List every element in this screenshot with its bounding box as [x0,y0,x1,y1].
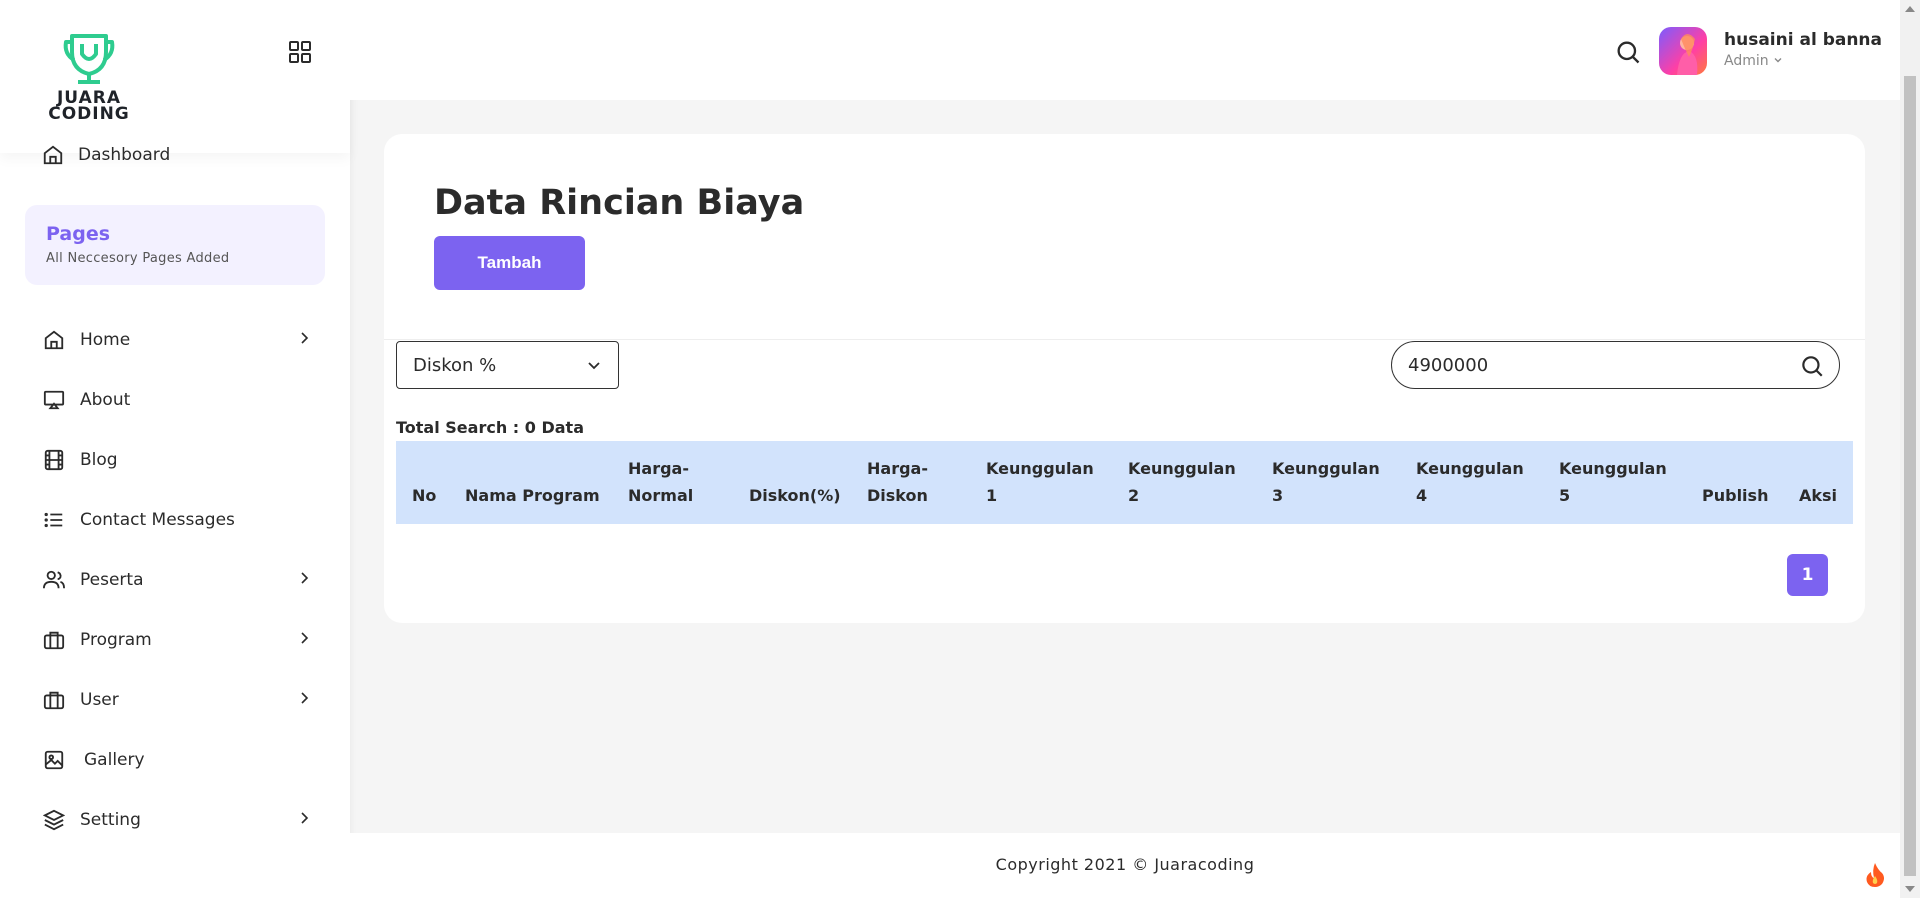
user-role: Admin [1724,53,1769,69]
flame-icon[interactable] [1855,855,1895,895]
column-header-publish: Publish [1702,486,1769,505]
filter-select-value: Diskon % [413,354,497,376]
chevron-right-icon [301,572,309,584]
search-icon[interactable] [1799,353,1825,379]
sidebar-item-label: Contact Messages [80,510,235,530]
sidebar-item-about[interactable]: About [42,370,312,430]
sidebar-item-label: Dashboard [78,145,171,165]
sidebar-item-label: Blog [80,450,118,470]
column-header-harga-normal: Harga- Normal [628,459,694,505]
pages-title: Pages [46,223,111,245]
sidebar-item-setting[interactable]: Setting [42,790,312,850]
sidebar-item-gallery[interactable]: Gallery [42,730,312,790]
column-header-keunggulan-2: Keunggulan 2 [1128,459,1236,505]
chevron-down-icon [1774,58,1782,63]
sidebar-item-label: User [80,690,119,710]
column-header-keunggulan-5: Keunggulan 5 [1559,459,1667,505]
search-input-value: 4900000 [1408,354,1489,376]
column-header-nama-program: Nama Program [465,486,600,505]
grid-menu-icon[interactable] [288,40,312,64]
sidebar-item-blog[interactable]: Blog [42,430,312,490]
chevron-right-icon [301,692,309,704]
total-search-text: Total Search : 0 Data [396,418,584,437]
juara-coding-logo[interactable]: JUARA CODING [42,30,136,124]
pages-subtitle: All Neccesory Pages Added [46,251,230,266]
divider [384,339,1865,340]
home-icon [43,145,63,165]
filter-select[interactable]: Diskon % [396,341,619,389]
scroll-up-arrow[interactable] [1905,6,1915,12]
logo-line-2: CODING [48,104,130,124]
column-header-keunggulan-1: Keunggulan 1 [986,459,1094,505]
sidebar-item-label: Peserta [80,570,144,590]
sidebar-item-label: Home [80,330,131,350]
search-icon[interactable] [1614,38,1642,66]
copyright-text: Copyright 2021 © Juaracoding [995,855,1255,874]
column-header-no: No [412,486,437,505]
chevron-right-icon [301,332,309,344]
list-icon [42,508,66,532]
sidebar-item-user[interactable]: User [42,670,312,730]
scroll-thumb[interactable] [1904,76,1916,876]
sidebar-menu: Home About Blog Contact Messages Peserta… [42,310,312,850]
trophy-logo-icon [63,34,115,84]
sidebar-item-label: Program [80,630,152,650]
sidebar-item-label: About [80,390,131,410]
scrollbar[interactable] [1900,0,1920,898]
briefcase-icon [42,628,66,652]
column-header-aksi: Aksi [1799,486,1838,505]
footer: Copyright 2021 © Juaracoding [350,833,1900,898]
monitor-icon [42,388,66,412]
chevron-right-icon [301,812,309,824]
chevron-down-icon [588,362,600,370]
logo-text: JUARA CODING [42,90,136,124]
page-title: Data Rincian Biaya [434,183,805,223]
pages-box[interactable]: Pages All Neccesory Pages Added [25,205,325,285]
sidebar-item-peserta[interactable]: Peserta [42,550,312,610]
sidebar-item-program[interactable]: Program [42,610,312,670]
avatar[interactable] [1659,27,1707,75]
add-button[interactable]: Tambah [434,236,585,290]
search-input[interactable]: 4900000 [1391,341,1840,389]
chevron-right-icon [301,632,309,644]
sidebar-item-label: Gallery [84,750,145,770]
scroll-down-arrow[interactable] [1905,886,1915,892]
image-icon [42,748,66,772]
briefcase-icon [42,688,66,712]
sidebar-header: JUARA CODING [0,0,350,153]
user-name[interactable]: husaini al banna [1724,30,1882,50]
pagination-page-1[interactable]: 1 [1787,554,1828,596]
user-role-dropdown[interactable]: Admin [1724,53,1783,69]
film-icon [42,448,66,472]
home-icon [42,328,66,352]
sidebar-item-dashboard[interactable]: Dashboard [42,144,170,166]
sidebar-item-contact-messages[interactable]: Contact Messages [42,490,312,550]
column-header-keunggulan-3: Keunggulan 3 [1272,459,1380,505]
column-header-keunggulan-4: Keunggulan 4 [1416,459,1524,505]
layers-icon [42,808,66,832]
column-header-diskon: Diskon(%) [749,486,841,505]
column-header-harga-diskon: Harga- Diskon [867,459,928,505]
sidebar-item-label: Setting [80,810,141,830]
sidebar: JUARA CODING Dashboard Pages All Necceso… [0,0,350,898]
sidebar-item-home[interactable]: Home [42,310,312,370]
users-icon [42,568,66,592]
